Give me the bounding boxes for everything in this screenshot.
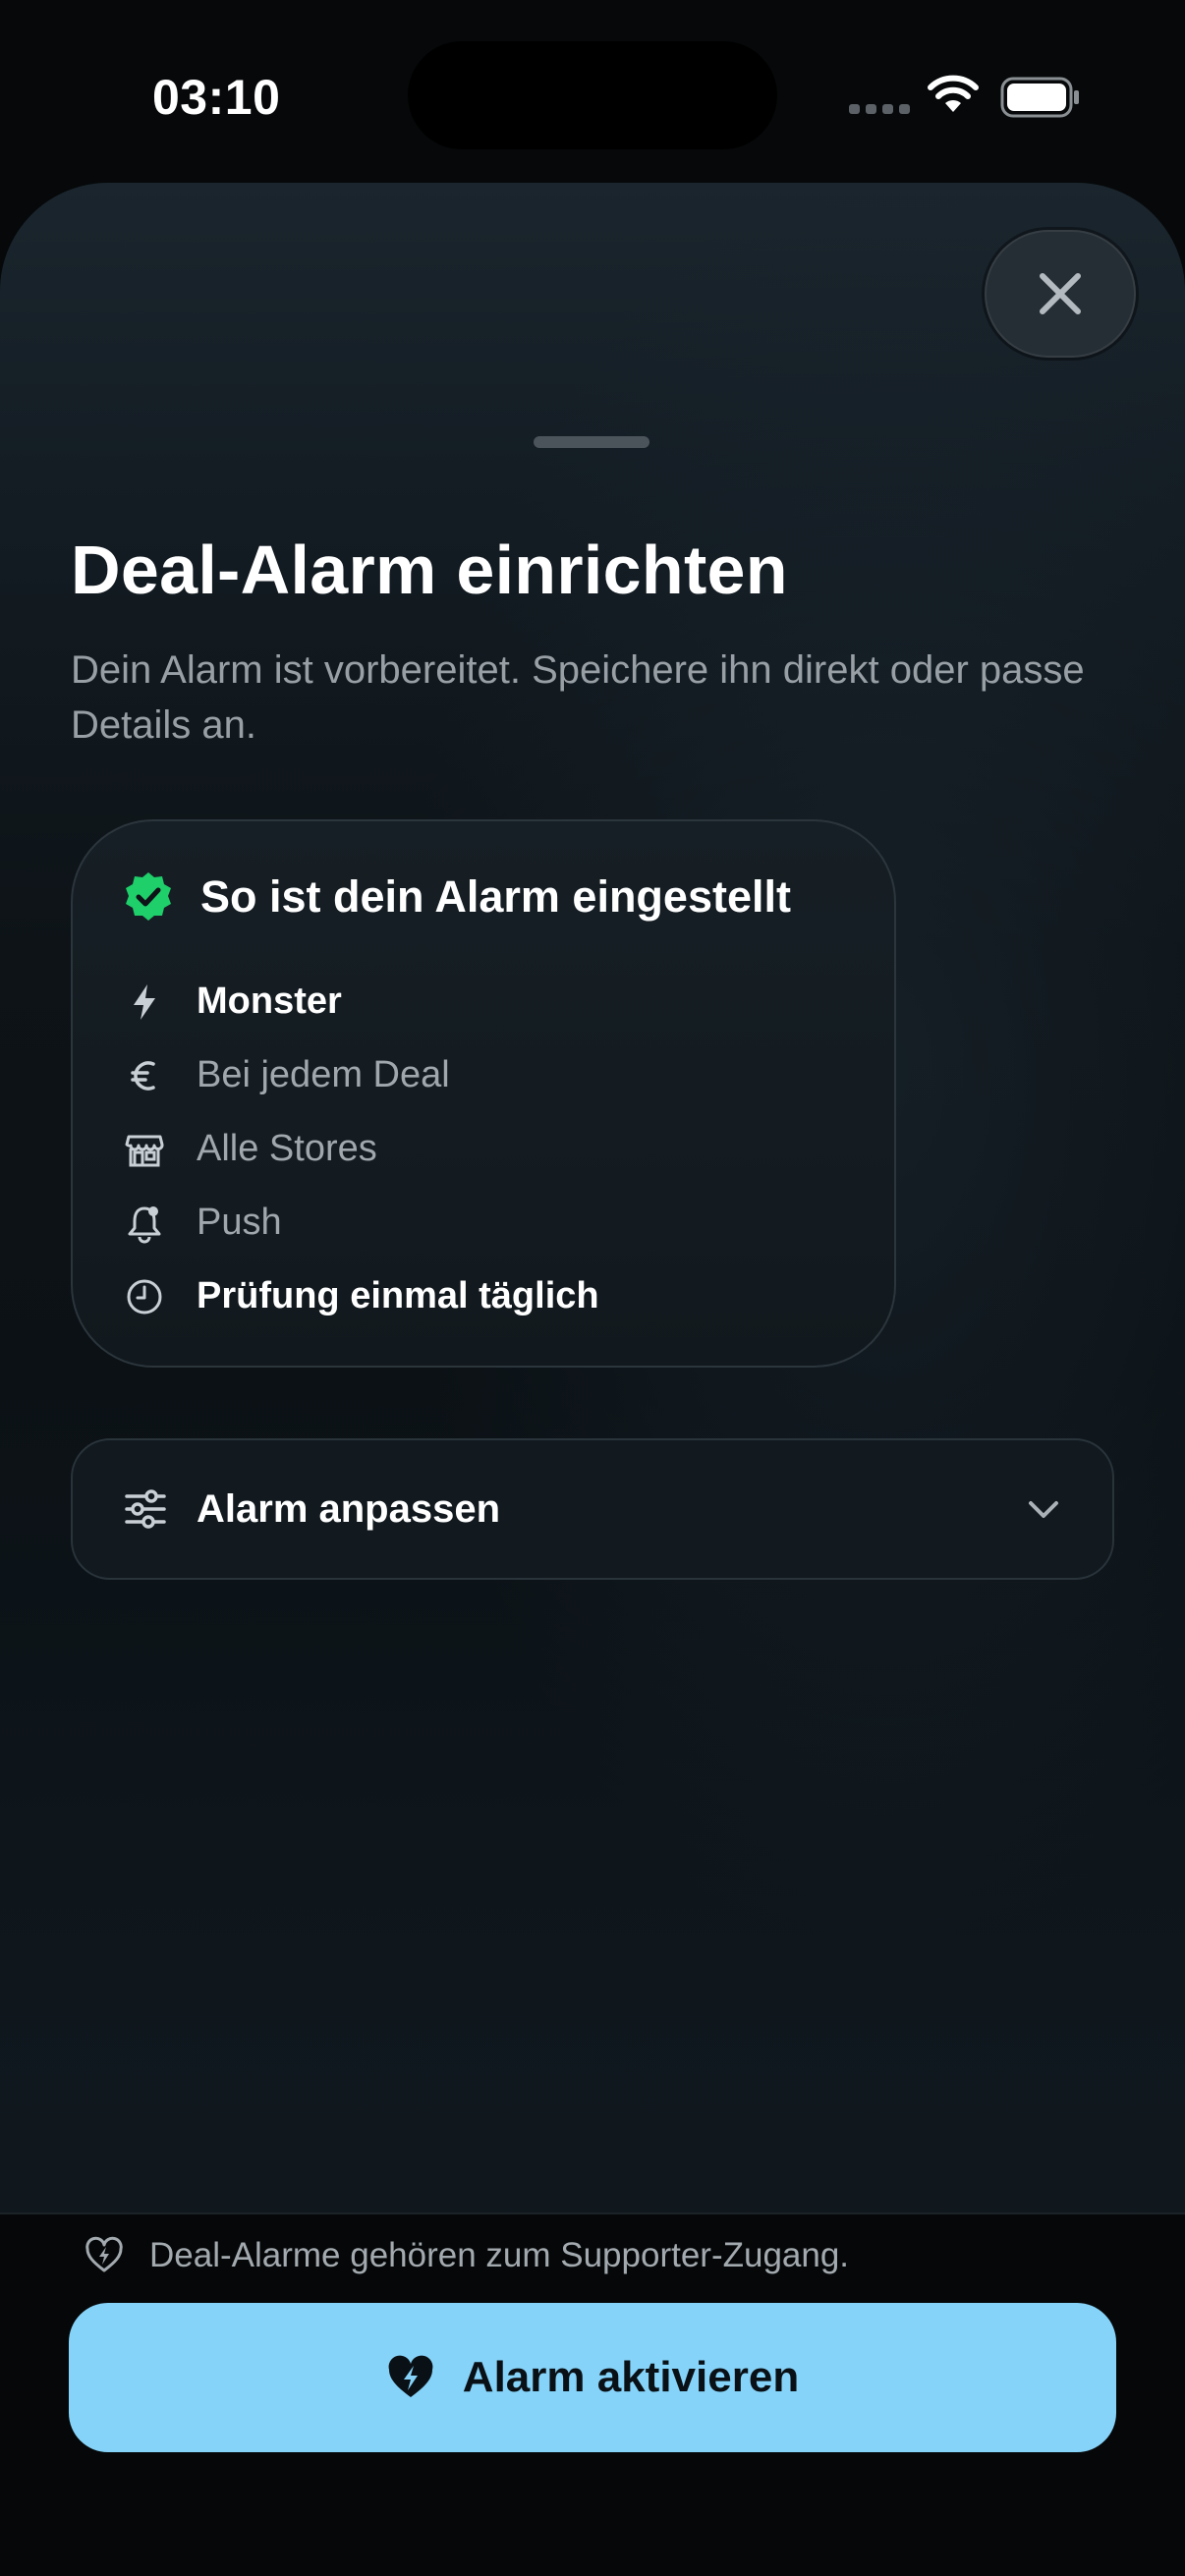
customize-alarm-button[interactable]: Alarm anpassen — [71, 1438, 1114, 1580]
sheet-subtitle: Dein Alarm ist vorbereitet. Speichere ih… — [71, 648, 1085, 747]
close-icon — [1040, 273, 1081, 314]
clock-icon — [127, 1279, 162, 1314]
summary-row-frequency: Prüfung einmal täglich — [124, 1260, 599, 1333]
close-button[interactable] — [985, 230, 1136, 358]
euro-icon — [131, 1060, 155, 1091]
summary-row-notification: Push — [124, 1186, 599, 1260]
sheet-title: Deal-Alarm einrichten — [71, 532, 788, 608]
alarm-summary-card: So ist dein Alarm eingestellt Monster Be… — [71, 819, 896, 1368]
wifi-icon — [928, 75, 979, 112]
summary-row-label: Prüfung einmal täglich — [197, 1275, 599, 1316]
bell-icon — [128, 1205, 161, 1243]
summary-header: So ist dein Alarm eingestellt — [122, 870, 791, 924]
summary-row-label: Alle Stores — [197, 1128, 377, 1169]
sliders-icon — [125, 1489, 166, 1529]
screen: 03:10 Deal-Alarm einrichten Dein Alarm i… — [0, 0, 1185, 2576]
summary-title: So ist dein Alarm eingestellt — [200, 871, 791, 922]
summary-row-product: Monster — [124, 965, 599, 1038]
activate-alarm-button[interactable]: Alarm aktivieren — [69, 2303, 1116, 2452]
supporter-note: Deal-Alarme gehören zum Supporter-Zugang… — [85, 2236, 849, 2275]
dynamic-island — [408, 41, 777, 149]
check-badge-icon — [126, 872, 171, 921]
summary-row-price: Bei jedem Deal — [124, 1038, 599, 1112]
chevron-down-icon — [1029, 1501, 1058, 1518]
summary-row-stores: Alle Stores — [124, 1112, 599, 1186]
battery-icon — [1000, 77, 1079, 118]
sheet-grabber[interactable] — [534, 436, 649, 448]
bolt-icon — [134, 983, 155, 1020]
summary-row-label: Monster — [197, 980, 342, 1022]
heart-bolt-icon — [388, 2355, 433, 2397]
supporter-note-text: Deal-Alarme gehören zum Supporter-Zugang… — [149, 2236, 850, 2274]
activate-alarm-label: Alarm aktivieren — [462, 2353, 800, 2401]
status-time: 03:10 — [152, 70, 281, 125]
summary-rows: Monster Bei jedem Deal Alle Stores Push … — [124, 965, 599, 1333]
summary-row-label: Bei jedem Deal — [197, 1054, 450, 1095]
customize-label: Alarm anpassen — [197, 1486, 501, 1531]
heart-bolt-icon — [85, 2236, 123, 2272]
store-icon — [125, 1135, 164, 1166]
signal-icon — [849, 104, 910, 114]
summary-row-label: Push — [197, 1202, 282, 1243]
